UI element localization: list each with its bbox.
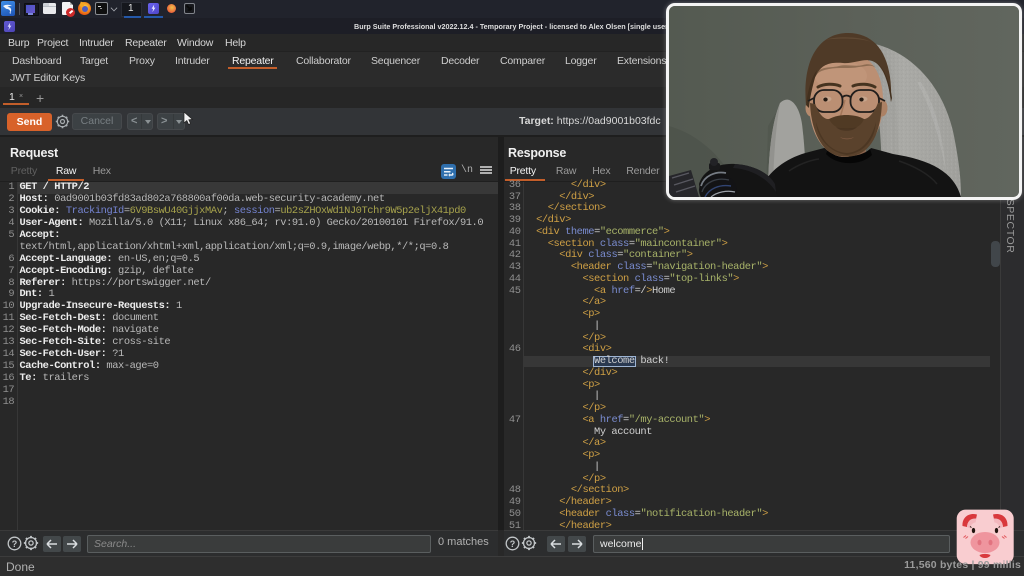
svg-text:?: ? [12, 538, 18, 548]
svg-text:?: ? [510, 538, 516, 548]
